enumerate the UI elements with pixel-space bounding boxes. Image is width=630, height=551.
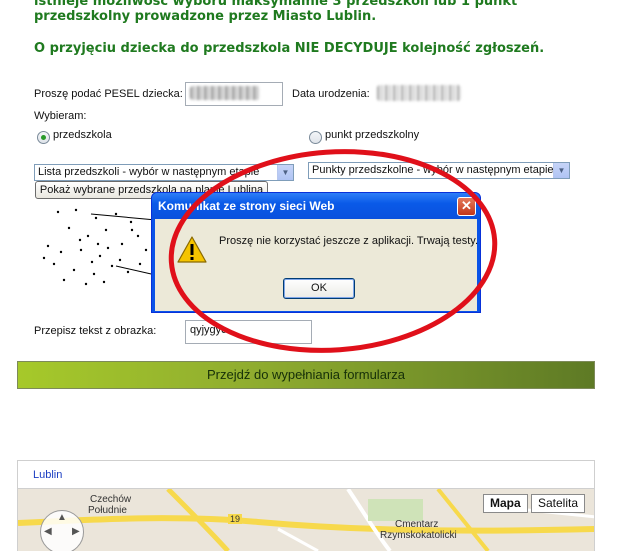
alert-dialog: Komunikat ze strony sieci Web ✕ Proszę n…: [151, 192, 481, 313]
dob-redacted: [377, 85, 461, 101]
pan-up-icon: ▲: [57, 512, 67, 523]
pan-left-icon: ◀: [44, 526, 52, 537]
map-header: Lublin: [17, 460, 595, 489]
proceed-button[interactable]: Przejdź do wypełniania formularza: [17, 361, 595, 389]
map-label-road: 19: [228, 514, 243, 524]
captcha-label: Przepisz tekst z obrazka:: [34, 325, 157, 337]
radio-preschool[interactable]: [37, 131, 50, 144]
close-icon[interactable]: ✕: [457, 197, 476, 216]
map-label-cmentarz: Cmentarz: [395, 519, 439, 530]
pesel-redacted: [190, 86, 260, 100]
preschool-select-value: Lista przedszkoli - wybór w następnym et…: [38, 166, 260, 178]
map-label-czechow: Czechów: [90, 494, 132, 505]
dialog-message: Proszę nie korzystać jeszcze z aplikacji…: [219, 235, 478, 247]
map-type-map-button[interactable]: Mapa: [483, 494, 528, 513]
preschool-select[interactable]: Lista przedszkoli - wybór w następnym et…: [34, 164, 294, 181]
chevron-down-icon: ▼: [553, 163, 569, 178]
headline-line-3: O przyjęciu dziecka do przedszkola NIE D…: [34, 41, 545, 56]
chevron-down-icon: ▼: [277, 165, 293, 180]
dialog-title: Komunikat ze strony sieci Web: [152, 193, 480, 219]
pan-right-icon: ▶: [72, 526, 80, 537]
point-select-value: Punkty przedszkolne - wybór w następnym …: [312, 164, 554, 176]
map-view[interactable]: Czechów Południe 19 Cmentarz Rzymskokato…: [17, 489, 595, 551]
radio-point-label: punkt przedszkolny: [325, 129, 420, 141]
radio-preschool-label: przedszkola: [53, 129, 112, 141]
warning-icon: [177, 236, 207, 263]
map-pan-control[interactable]: ▲ ◀ ▶: [40, 510, 84, 551]
choose-label: Wybieram:: [34, 110, 87, 122]
dialog-body: Proszę nie korzystać jeszcze z aplikacji…: [155, 219, 478, 311]
point-select[interactable]: Punkty przedszkolne - wybór w następnym …: [308, 162, 570, 179]
map-label-rzymsko: Rzymskokatolicki: [380, 530, 457, 541]
radio-point[interactable]: [309, 131, 322, 144]
map-type-satellite-button[interactable]: Satelita: [531, 494, 586, 513]
headline-line-2: przedszkolny prowadzone przez Miasto Lub…: [34, 9, 377, 24]
headline-cut: istnieje możliwość wyboru maksymalnie 3 …: [34, 0, 518, 9]
city-link[interactable]: Lublin: [33, 469, 62, 481]
pesel-input[interactable]: [185, 82, 283, 106]
captcha-input[interactable]: qyjygyc: [185, 320, 312, 344]
ok-button[interactable]: OK: [283, 278, 355, 299]
captcha-input-value: qyjygyc: [190, 324, 227, 336]
dob-label: Data urodzenia:: [292, 88, 370, 100]
map-label-poludnie: Południe: [88, 505, 127, 516]
pesel-label: Proszę podać PESEL dziecka:: [34, 88, 183, 100]
